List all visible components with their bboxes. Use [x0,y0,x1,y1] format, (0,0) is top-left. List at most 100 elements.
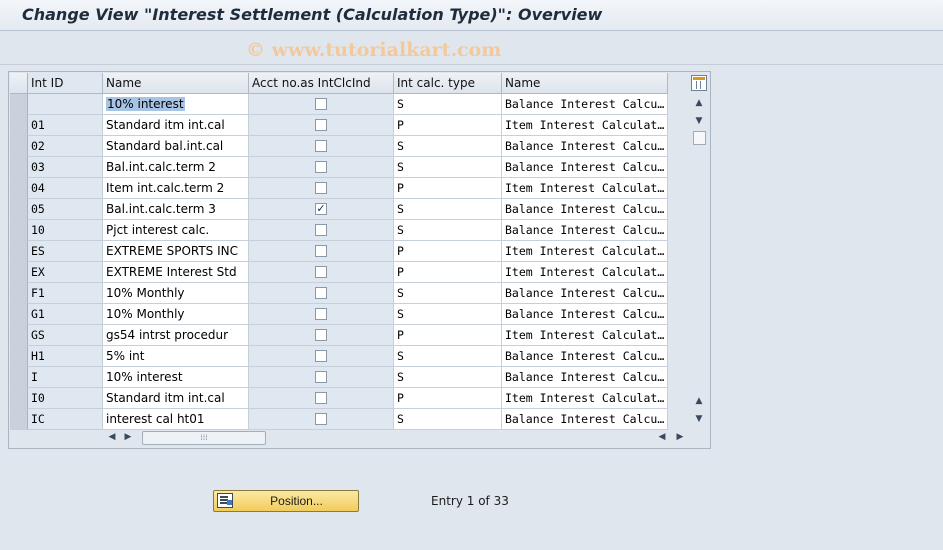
table-row[interactable]: F1 10% Monthly S Balance Interest Calcu… [10,283,671,304]
name-field[interactable]: EXTREME SPORTS INC [103,241,249,262]
table-settings-icon[interactable] [691,75,707,91]
int-calc-type-field[interactable]: P [394,262,502,283]
acct-no-as-intclcind-checkbox[interactable] [315,161,327,173]
table-row[interactable]: EX EXTREME Interest Std P Item Interest Cal… [10,262,671,283]
row-selector[interactable] [10,136,28,157]
table-row[interactable]: ES EXTREME SPORTS INC P Item Interest Calcu… [10,241,671,262]
row-selector[interactable] [10,367,28,388]
int-calc-type-field[interactable]: P [394,325,502,346]
int-calc-type-field[interactable]: S [394,409,502,430]
column-header-name[interactable]: Name [103,73,249,94]
name-field[interactable]: 10% Monthly [103,304,249,325]
name-field[interactable]: interest cal ht01 [103,409,249,430]
name-field[interactable]: Bal.int.calc.term 2 [103,157,249,178]
scroll-right-arrow-icon[interactable]: ▶ [122,430,134,444]
select-all-header[interactable] [10,73,28,94]
name-field[interactable]: EXTREME Interest Std [103,262,249,283]
table-row[interactable]: G1 10% Monthly S Balance Interest Calcu… [10,304,671,325]
name-field[interactable]: Bal.int.calc.term 3 [103,199,249,220]
name-field[interactable]: 10% interest [103,94,249,115]
int-calc-type-field[interactable]: P [394,388,502,409]
acct-no-as-intclcind-checkbox[interactable] [315,350,327,362]
scroll-right-end-arrow-icon[interactable]: ▶ [674,430,686,444]
scroll-up-arrow-icon[interactable]: ▲ [693,97,705,109]
row-selector[interactable] [10,241,28,262]
acct-no-as-intclcind-checkbox[interactable] [315,413,327,425]
name-field[interactable]: Pjct interest calc. [103,220,249,241]
table-row[interactable]: I0 Standard itm int.cal P Item Interest Cal… [10,388,671,409]
table-row[interactable]: 04 Item int.calc.term 2 P Item Interest Cal… [10,178,671,199]
column-header-int-calc-type[interactable]: Int calc. type [394,73,502,94]
acct-no-as-intclcind-checkbox[interactable] [315,98,327,110]
acct-no-as-intclcind-checkbox[interactable] [315,140,327,152]
name-field[interactable]: Standard itm int.cal [103,115,249,136]
int-calc-type-field[interactable]: S [394,157,502,178]
row-selector[interactable] [10,304,28,325]
row-selector[interactable] [10,325,28,346]
int-calc-type-field[interactable]: S [394,283,502,304]
acct-no-as-intclcind-checkbox[interactable]: ✓ [315,203,327,215]
acct-no-as-intclcind-checkbox[interactable] [315,371,327,383]
acct-no-as-intclcind-checkbox[interactable] [315,329,327,341]
name-field[interactable]: 10% Monthly [103,283,249,304]
row-selector[interactable] [10,283,28,304]
name-field[interactable]: gs54 intrst procedur [103,325,249,346]
row-selector[interactable] [10,409,28,430]
row-selector[interactable] [10,346,28,367]
int-calc-type-field[interactable]: P [394,178,502,199]
acct-no-as-intclcind-checkbox[interactable] [315,287,327,299]
scroll-left-arrow-icon[interactable]: ◀ [106,430,118,444]
table-row[interactable]: IC interest cal ht01 S Balance Interest Cal… [10,409,671,430]
row-selector[interactable] [10,115,28,136]
table-row[interactable]: 10% interest S Balance Interest Calcu… [10,94,671,115]
scroll-thumb[interactable] [693,131,706,145]
horizontal-scroll-thumb[interactable]: ⁞⁞⁞ [142,431,266,445]
name-field[interactable]: 5% int [103,346,249,367]
row-selector[interactable] [10,157,28,178]
int-calc-type-field[interactable]: P [394,241,502,262]
int-calc-type-field[interactable]: S [394,346,502,367]
int-calc-type-field[interactable]: S [394,94,502,115]
acct-no-as-intclcind-checkbox[interactable] [315,119,327,131]
row-selector[interactable] [10,220,28,241]
table-row[interactable]: 03 Bal.int.calc.term 2 S Balance Interest C… [10,157,671,178]
int-calc-type-field[interactable]: S [394,304,502,325]
position-button[interactable]: Position... [213,490,359,512]
int-calc-type-field[interactable]: S [394,136,502,157]
table-row[interactable]: H1 5% int S Balance Interest Calcu… [10,346,671,367]
acct-no-as-intclcind-checkbox[interactable] [315,245,327,257]
acct-no-as-intclcind-checkbox[interactable] [315,224,327,236]
table-row[interactable]: GS gs54 intrst procedur P Item Interest Cal… [10,325,671,346]
row-selector[interactable] [10,178,28,199]
name-field[interactable]: Standard bal.int.cal [103,136,249,157]
acct-no-as-intclcind-checkbox[interactable] [315,308,327,320]
scroll-down-arrow-icon[interactable]: ▼ [693,115,705,127]
table-row[interactable]: I 10% interest S Balance Interest Calcu… [10,367,671,388]
int-calc-type-field[interactable]: S [394,199,502,220]
acct-no-as-intclcind-checkbox[interactable] [315,392,327,404]
vertical-scrollbar[interactable]: ▲ ▼ ▲ ▼ [689,73,709,429]
name-field[interactable]: Standard itm int.cal [103,388,249,409]
scroll-left-end-arrow-icon[interactable]: ◀ [656,430,668,444]
horizontal-scrollbar[interactable]: ◀ ▶ ⁞⁞⁞ ◀ ▶ [10,430,700,445]
table-row[interactable]: 05 Bal.int.calc.term 3 ✓ S Balance Interest … [10,199,671,220]
int-calc-type-field[interactable]: S [394,220,502,241]
int-calc-type-field[interactable]: P [394,115,502,136]
row-selector[interactable] [10,94,28,115]
name-field[interactable]: 10% interest [103,367,249,388]
scroll-page-up-arrow-icon[interactable]: ▲ [693,395,705,407]
column-header-calc-type-name[interactable]: Name [502,73,668,94]
acct-no-as-intclcind-checkbox[interactable] [315,266,327,278]
name-field[interactable]: Item int.calc.term 2 [103,178,249,199]
scroll-page-down-arrow-icon[interactable]: ▼ [693,413,705,425]
row-selector[interactable] [10,262,28,283]
row-selector[interactable] [10,199,28,220]
column-header-int-id[interactable]: Int ID [28,73,103,94]
row-selector[interactable] [10,388,28,409]
int-calc-type-field[interactable]: S [394,367,502,388]
table-row[interactable]: 10 Pjct interest calc. S Balance Interest C… [10,220,671,241]
table-row[interactable]: 01 Standard itm int.cal P Item Interest Cal… [10,115,671,136]
acct-no-as-intclcind-checkbox[interactable] [315,182,327,194]
table-row[interactable]: 02 Standard bal.int.cal S Balance Interest … [10,136,671,157]
column-header-acct-no-as-intclcind[interactable]: Acct no.as IntClcInd [249,73,394,94]
